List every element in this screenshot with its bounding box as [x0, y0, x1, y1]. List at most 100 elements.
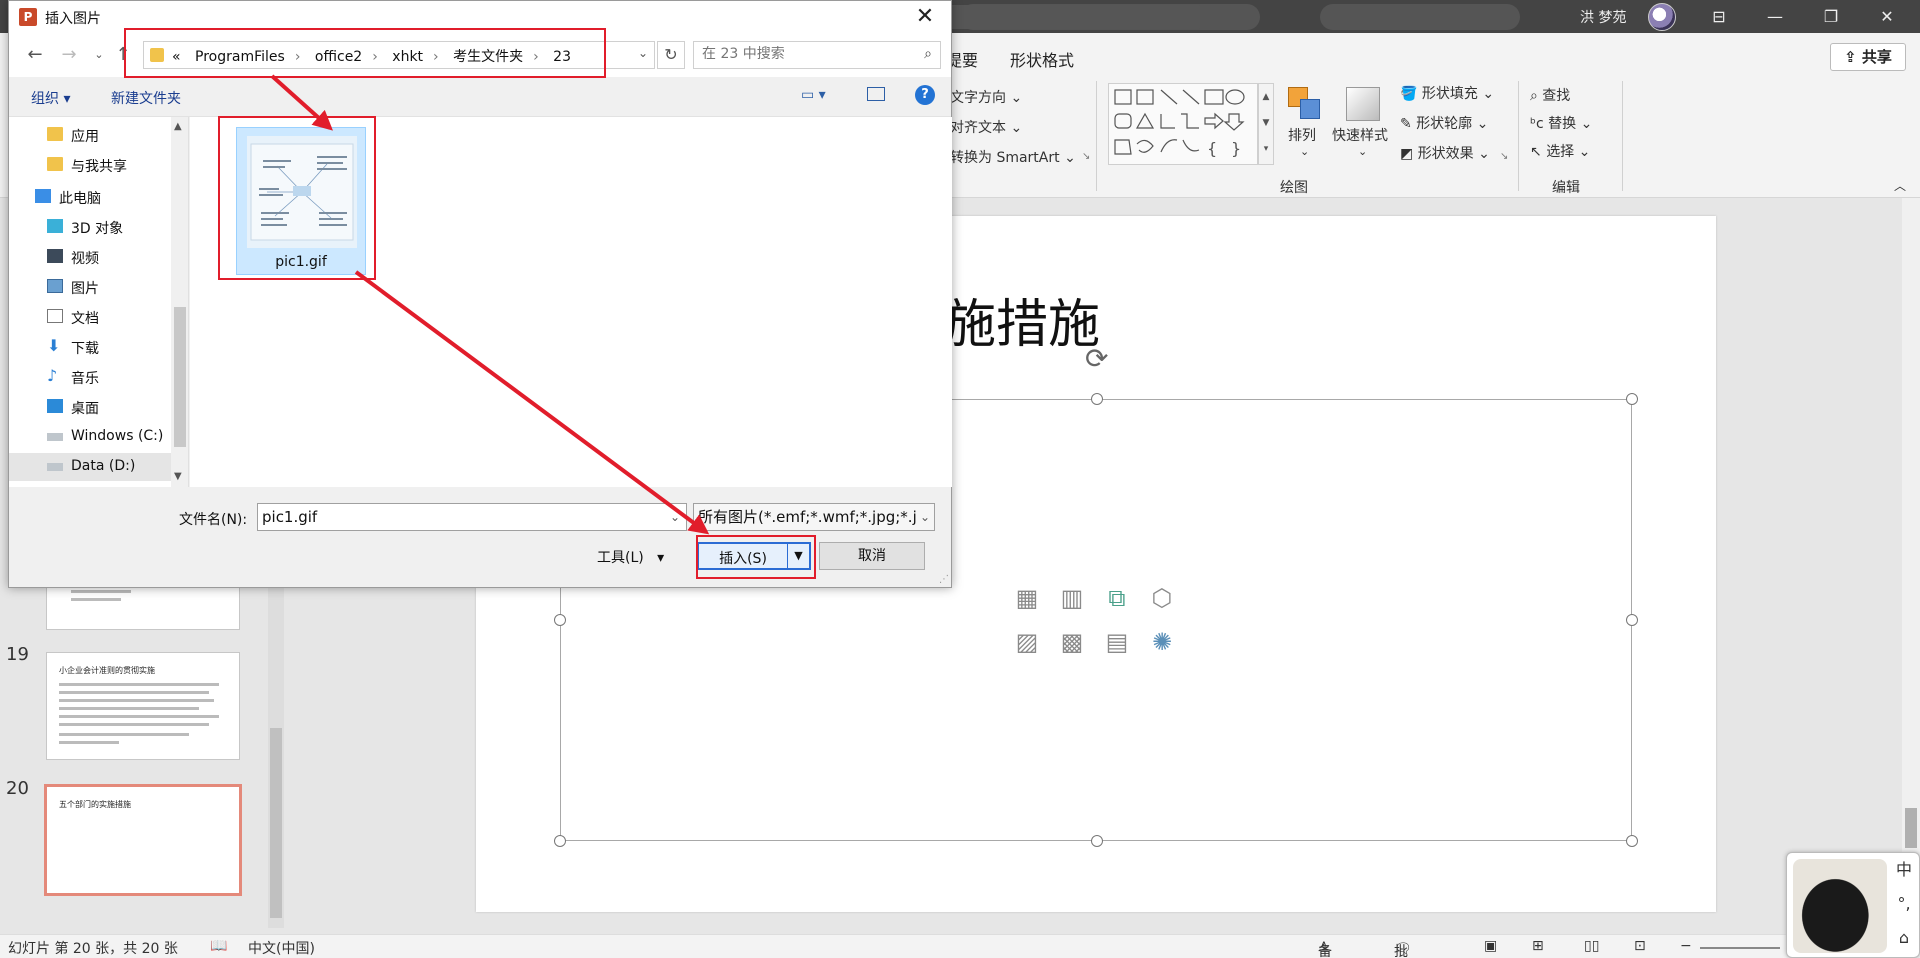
quick-styles-icon[interactable]	[1346, 87, 1380, 121]
avatar[interactable]	[1648, 3, 1676, 31]
insert-online-picture-icon[interactable]: ▩	[1057, 628, 1087, 656]
insert-chart-icon[interactable]: ▥	[1057, 584, 1087, 612]
shape-outline-button[interactable]: ✎ 形状轮廓 ⌄	[1400, 113, 1488, 133]
address-dropdown-icon[interactable]: ⌄	[638, 46, 648, 60]
help-icon[interactable]: ?	[915, 85, 935, 105]
zoom-slider[interactable]	[1700, 947, 1780, 949]
recent-chevron-icon[interactable]: ⌄	[87, 43, 111, 67]
ime-chinese-mode[interactable]: 中	[1891, 857, 1917, 883]
resize-handle[interactable]	[1626, 614, 1638, 626]
title-search-box[interactable]	[950, 5, 1200, 29]
reading-view-icon[interactable]: ▯▯	[1584, 938, 1599, 954]
thumbnail-scrollbar[interactable]	[268, 578, 284, 928]
filename-field[interactable]: pic1.gif ⌄	[257, 503, 687, 531]
shape-fill-button[interactable]: 🪣 形状填充 ⌄	[1400, 83, 1494, 103]
convert-smartart-button[interactable]: 转换为 SmartArt ⌄	[950, 147, 1076, 167]
back-arrow-icon[interactable]: ←	[23, 43, 47, 67]
slide-title[interactable]: 施措施	[944, 282, 1100, 357]
quick-styles-button[interactable]: 快速样式	[1332, 125, 1388, 145]
insert-video-icon[interactable]: ▤	[1102, 628, 1132, 656]
select-button[interactable]: ↖ 选择 ⌄	[1530, 141, 1590, 161]
resize-handle[interactable]	[1626, 835, 1638, 847]
slide-sorter-icon[interactable]: ⊞	[1532, 938, 1544, 954]
slideshow-icon[interactable]: ⊡	[1634, 938, 1646, 954]
gallery-scroll[interactable]: ▲ ▼ ▾	[1258, 83, 1274, 165]
document-icon	[47, 309, 63, 323]
desktop-icon	[47, 399, 63, 413]
resize-handle[interactable]	[554, 835, 566, 847]
nav-scroll-thumb[interactable]	[174, 307, 186, 447]
collapse-ribbon-icon[interactable]: ︿	[1894, 177, 1906, 194]
nav-item[interactable]: 视频	[9, 243, 169, 271]
nav-item[interactable]: 应用	[9, 121, 169, 149]
replace-button[interactable]: ᵇc 替换 ⌄	[1530, 113, 1592, 133]
text-direction-button[interactable]: 文字方向 ⌄	[950, 87, 1022, 107]
change-view-icon[interactable]: ▭ ▾	[801, 87, 826, 103]
chevron-down-icon[interactable]: ⌄	[670, 504, 680, 530]
insert-icon-icon[interactable]: ✺	[1147, 628, 1177, 656]
nav-item[interactable]: 桌面	[9, 393, 169, 421]
organize-button[interactable]: 组织 ▾	[31, 88, 70, 108]
dialog-close-icon[interactable]: ✕	[907, 3, 943, 31]
nav-item[interactable]: Data (D:)	[9, 453, 171, 481]
resize-handle[interactable]	[1626, 393, 1638, 405]
insert-table-icon[interactable]: ▦	[1012, 584, 1042, 612]
ime-skin-icon[interactable]: ⌂	[1891, 925, 1917, 951]
ime-widget[interactable]: 中 °, ⌂	[1786, 852, 1920, 958]
slide-thumbnail-20[interactable]: 五个部门的实施措施	[44, 784, 242, 896]
nav-item[interactable]: 与我共享	[9, 151, 169, 179]
search-box[interactable]: ⌕	[693, 41, 941, 69]
resize-handle[interactable]	[554, 614, 566, 626]
tools-button[interactable]: 工具(L) ▾	[597, 547, 664, 567]
arrange-icon[interactable]	[1288, 87, 1322, 121]
nav-item[interactable]: 3D 对象	[9, 213, 169, 241]
share-button[interactable]: ⇪ 共享	[1830, 43, 1906, 71]
ime-punctuation[interactable]: °,	[1891, 891, 1917, 917]
resize-handle[interactable]	[1091, 835, 1103, 847]
new-folder-button[interactable]: 新建文件夹	[111, 88, 181, 108]
shapes-gallery[interactable]: {}	[1108, 83, 1258, 165]
align-text-button[interactable]: 对齐文本 ⌄	[950, 117, 1022, 137]
nav-item[interactable]: 图片	[9, 273, 169, 301]
paragraph-launcher-icon[interactable]: ↘	[1082, 151, 1090, 162]
zoom-out-icon[interactable]: −	[1680, 938, 1692, 954]
resize-handle[interactable]	[1091, 393, 1103, 405]
close-icon[interactable]: ✕	[1864, 4, 1910, 30]
shape-effects-button[interactable]: ◩ 形状效果 ⌄	[1400, 143, 1490, 163]
nav-item[interactable]: ⬇ 下载	[9, 333, 169, 361]
find-button[interactable]: ⌕ 查找	[1530, 85, 1570, 105]
slide-thumbnail-19[interactable]: 小企业会计准则的贯彻实施	[46, 652, 240, 760]
cancel-button[interactable]: 取消	[819, 542, 925, 570]
arrange-button[interactable]: 排列	[1288, 125, 1316, 145]
nav-item[interactable]: ♪ 音乐	[9, 363, 169, 391]
nav-item[interactable]: 文档	[9, 303, 169, 331]
nav-scrollbar[interactable]: ▲ ▼	[171, 117, 188, 487]
search-input[interactable]	[702, 46, 902, 62]
language-status[interactable]: 中文(中国)	[248, 938, 315, 958]
slide-scroll-thumb[interactable]	[1905, 808, 1917, 848]
scroll-down-icon[interactable]: ▼	[174, 471, 182, 482]
insert-3d-model-icon[interactable]: ⬡	[1147, 584, 1177, 612]
spellcheck-icon[interactable]: 📖	[210, 938, 227, 954]
nav-item[interactable]: 此电脑	[9, 183, 169, 211]
preview-pane-icon[interactable]	[867, 87, 885, 101]
filename-label: 文件名(N):	[179, 512, 248, 528]
normal-view-icon[interactable]: ▣	[1484, 938, 1497, 954]
scroll-up-icon[interactable]: ▲	[174, 121, 182, 132]
tab-shape-format[interactable]: 形状格式	[1010, 47, 1074, 71]
minimize-icon[interactable]: —	[1752, 4, 1798, 30]
nav-item-label: 下载	[71, 341, 99, 357]
drawing-launcher-icon[interactable]: ↘	[1500, 151, 1508, 162]
restore-icon[interactable]: ❐	[1808, 4, 1854, 30]
insert-picture-icon[interactable]: ▨	[1012, 628, 1042, 656]
refresh-icon[interactable]: ↻	[657, 41, 685, 69]
rotate-handle-icon[interactable]: ⟳	[1085, 342, 1108, 375]
slide-scrollbar[interactable]	[1902, 198, 1920, 934]
resize-grip-icon[interactable]: ⋰	[939, 574, 949, 585]
nav-item[interactable]: Windows (C:)	[9, 423, 169, 451]
ribbon-display-icon[interactable]: ⊟	[1696, 4, 1742, 30]
thumbnail-scroll-thumb[interactable]	[270, 728, 282, 918]
forward-arrow-icon[interactable]: →	[57, 43, 81, 67]
filetype-select[interactable]: 所有图片(*.emf;*.wmf;*.jpg;*.j ⌄	[693, 503, 935, 531]
insert-smartart-icon[interactable]: ⧉	[1102, 584, 1132, 612]
